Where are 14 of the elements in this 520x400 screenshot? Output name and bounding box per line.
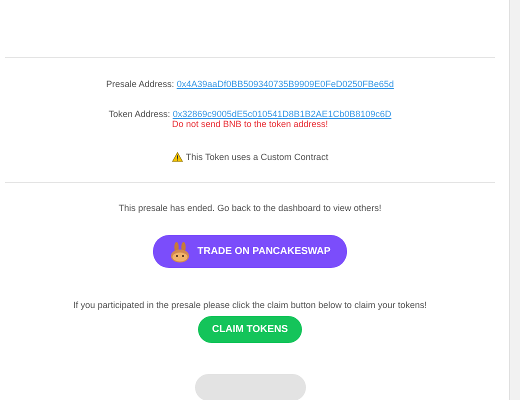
presale-address-link[interactable]: 0x4A39aaDf0BB509340735B9909E0FeD0250FBe65d: [176, 79, 394, 89]
cut-off-button[interactable]: [194, 374, 306, 400]
token-address-link[interactable]: 0x32869c9005dE5c010541D8B1B2AE1Cb0B8109c6D: [172, 109, 392, 119]
claim-tokens-button[interactable]: CLAIM TOKENS: [198, 316, 302, 343]
trade-button[interactable]: TRADE ON PANCAKESWAP: [153, 235, 347, 268]
warning-icon: [172, 152, 183, 162]
claim-instructions: If you participated in the presale please click the claim button below to claim your tokens!: [73, 300, 427, 310]
custom-contract-notice: This Token uses a Custom Contract: [186, 152, 328, 162]
presale-ended-message: This presale has ended. Go back to the dashboard to view others!: [118, 203, 382, 213]
warning-text: Do not send BNB to the token address!: [172, 119, 328, 129]
token-address-label: Token Address:: [108, 109, 170, 119]
scrollbar[interactable]: [509, 0, 520, 400]
bunny-icon: [169, 240, 192, 262]
presale-address-label: Presale Address:: [106, 79, 174, 89]
